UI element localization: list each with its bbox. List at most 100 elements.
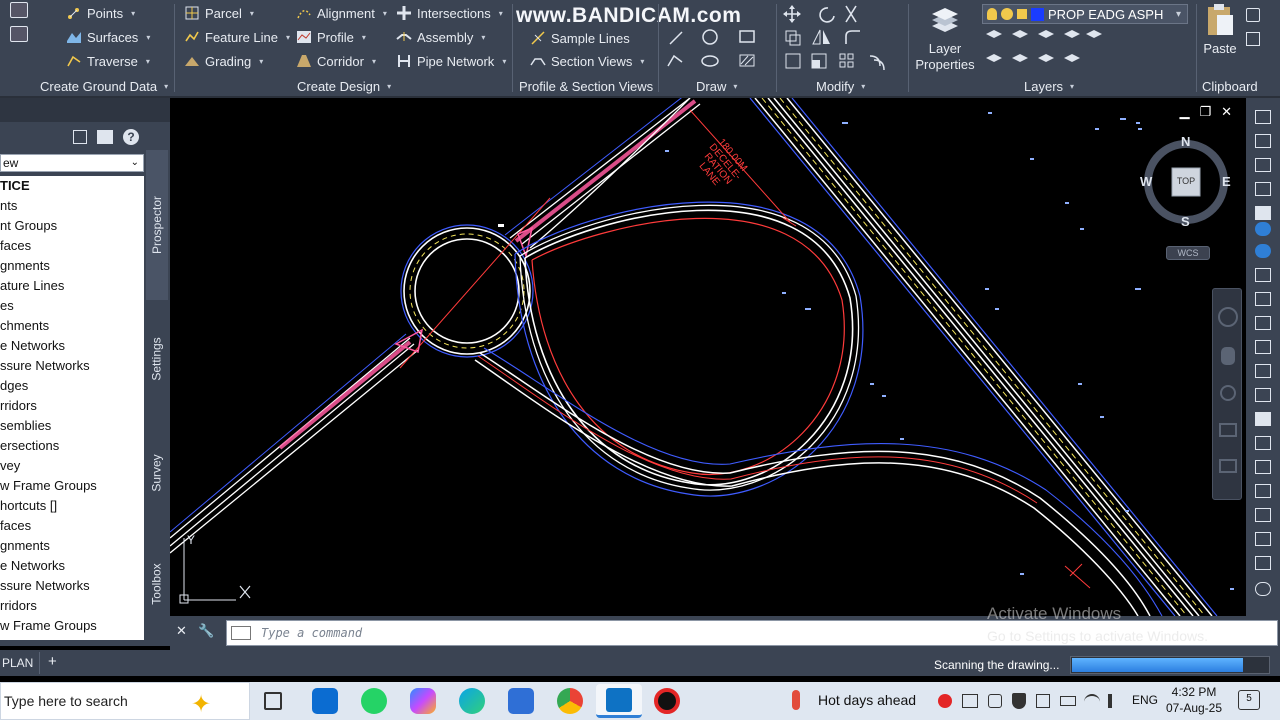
palette-tool-icon[interactable] xyxy=(1255,364,1271,378)
tree-item[interactable]: dges xyxy=(0,376,144,396)
pan-icon[interactable] xyxy=(1221,347,1235,365)
paste-button[interactable]: Paste xyxy=(1200,2,1240,72)
civil3d-taskbar-button[interactable] xyxy=(596,684,642,718)
tree-item[interactable]: TICE xyxy=(0,176,144,196)
tree-item[interactable]: e Networks xyxy=(0,336,144,356)
restore-icon[interactable]: ❐ xyxy=(1199,104,1211,120)
tree-item[interactable]: hortcuts [] xyxy=(0,496,144,516)
tray-app-icon[interactable] xyxy=(962,694,978,708)
pipe-network-button[interactable]: Pipe Network ▾ xyxy=(396,50,506,72)
palette-tool-icon[interactable] xyxy=(1255,292,1271,306)
tree-item[interactable]: ature Lines xyxy=(0,276,144,296)
assembly-button[interactable]: Assembly ▾ xyxy=(396,26,485,48)
zoom-extents-icon[interactable] xyxy=(1220,385,1236,401)
viewcube-top-face[interactable]: TOP xyxy=(1172,176,1200,186)
layer-tool-icon[interactable] xyxy=(1038,30,1054,38)
customize-icon[interactable]: 🔧 xyxy=(198,623,214,639)
clipboard-copy-icon[interactable] xyxy=(1246,32,1260,46)
tab-settings[interactable]: Settings xyxy=(146,300,168,418)
chrome-icon[interactable] xyxy=(557,688,583,714)
viewcube-north[interactable]: N xyxy=(1181,134,1190,149)
create-ground-data-panel-title[interactable]: Create Ground Data ▾ xyxy=(40,76,168,96)
clipboard-cut-icon[interactable] xyxy=(1246,8,1260,22)
feature-line-button[interactable]: Feature Line ▾ xyxy=(184,26,290,48)
toolspace-title-bar[interactable] xyxy=(0,98,170,122)
viewcube-south[interactable]: S xyxy=(1181,214,1190,229)
draw-hatch-icon[interactable] xyxy=(739,54,755,67)
tray-app-icon[interactable] xyxy=(1036,694,1050,708)
palette-tool-icon[interactable] xyxy=(1255,508,1271,522)
palette-tool-icon[interactable] xyxy=(1255,484,1271,498)
minimize-icon[interactable]: ▁ xyxy=(1179,104,1189,120)
outlook-icon[interactable] xyxy=(312,688,338,714)
tree-item[interactable]: semblies xyxy=(0,416,144,436)
layer-tool-icon[interactable] xyxy=(1064,54,1080,62)
palette-tool-icon[interactable] xyxy=(1255,532,1271,546)
taskbar-search[interactable]: Type here to search ✦ xyxy=(0,682,250,720)
palette-tool-icon[interactable] xyxy=(1255,316,1271,330)
volume-icon[interactable] xyxy=(1108,694,1122,708)
toolspace-icon[interactable] xyxy=(10,2,28,18)
tab-survey[interactable]: Survey xyxy=(146,418,168,528)
tray-app-icon[interactable] xyxy=(988,694,1002,708)
globe-icon[interactable] xyxy=(1255,244,1271,258)
profile-section-views-panel-title[interactable]: Profile & Section Views xyxy=(519,76,653,96)
draw-ellipse-icon[interactable] xyxy=(701,55,719,67)
layer-tool-icon[interactable] xyxy=(1086,30,1102,38)
tree-item[interactable]: ssure Networks xyxy=(0,356,144,376)
showmotion-icon[interactable] xyxy=(1219,459,1237,473)
tree-item[interactable]: faces xyxy=(0,516,144,536)
whatsapp-icon[interactable] xyxy=(361,688,387,714)
clipboard-panel-title[interactable]: Clipboard xyxy=(1202,76,1258,96)
draw-line-icon[interactable] xyxy=(669,31,683,45)
layers-panel-title[interactable]: Layers ▾ xyxy=(1024,76,1074,96)
draw-rectangle-icon[interactable] xyxy=(739,30,755,43)
help-icon[interactable]: ? xyxy=(123,129,139,145)
palette-tool-icon[interactable] xyxy=(1255,388,1271,402)
move-icon[interactable] xyxy=(783,5,801,23)
tree-item[interactable]: nt Groups xyxy=(0,216,144,236)
grading-button[interactable]: Grading ▾ xyxy=(184,50,263,72)
record-indicator-icon[interactable] xyxy=(938,694,952,708)
tree-item[interactable]: e Networks xyxy=(0,556,144,576)
traverse-button[interactable]: Traverse ▾ xyxy=(66,50,150,72)
viewcube-west[interactable]: W xyxy=(1140,174,1152,189)
palette-tool-icon[interactable] xyxy=(1255,158,1271,172)
section-views-button[interactable]: Section Views ▾ xyxy=(530,50,644,72)
corridor-button[interactable]: Corridor ▾ xyxy=(296,50,376,72)
edge-icon[interactable] xyxy=(459,688,485,714)
viewcube-east[interactable]: E xyxy=(1222,174,1231,189)
copilot-icon[interactable] xyxy=(410,688,436,714)
defender-icon[interactable] xyxy=(1012,693,1026,709)
layer-tool-icon[interactable] xyxy=(1012,30,1028,38)
task-view-icon[interactable] xyxy=(264,692,282,710)
tree-item[interactable]: nts xyxy=(0,196,144,216)
tree-item[interactable]: chments xyxy=(0,316,144,336)
notification-center-icon[interactable]: 5 xyxy=(1238,690,1260,710)
profile-button[interactable]: Profile ▾ xyxy=(296,26,366,48)
parcel-button[interactable]: Parcel ▾ xyxy=(184,2,254,24)
offset-icon[interactable] xyxy=(869,55,885,71)
mirror-icon[interactable] xyxy=(812,29,830,45)
palette-tool-icon[interactable] xyxy=(1255,412,1271,426)
tab-toolbox[interactable]: Toolbox xyxy=(146,528,168,640)
palette-tool-icon[interactable] xyxy=(1255,340,1271,354)
surfaces-button[interactable]: Surfaces ▾ xyxy=(66,26,150,48)
palette-tool-icon[interactable] xyxy=(1255,582,1271,596)
layer-properties-button[interactable]: Layer Properties xyxy=(914,2,976,74)
palette-tool-icon[interactable] xyxy=(1255,436,1271,450)
bandicam-icon[interactable] xyxy=(654,688,680,714)
add-layout-icon[interactable]: + xyxy=(48,652,57,672)
copy-icon[interactable] xyxy=(785,30,801,46)
palette-tool-icon[interactable] xyxy=(1255,182,1271,196)
create-design-panel-title[interactable]: Create Design ▾ xyxy=(297,76,391,96)
command-prompt-icon[interactable] xyxy=(231,626,251,640)
fillet-icon[interactable] xyxy=(845,30,860,44)
tree-item[interactable]: gnments xyxy=(0,256,144,276)
palette-tool-icon[interactable] xyxy=(1255,206,1271,220)
draw-polyline-icon[interactable] xyxy=(667,54,683,67)
palette-tool-icon[interactable] xyxy=(1255,556,1271,570)
draw-panel-title[interactable]: Draw ▾ xyxy=(696,76,737,96)
layer-tool-icon[interactable] xyxy=(1038,54,1054,62)
steering-wheel-icon[interactable] xyxy=(1218,307,1238,327)
